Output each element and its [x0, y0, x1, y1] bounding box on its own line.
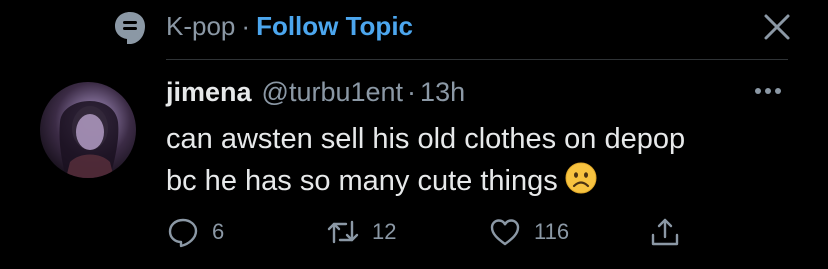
- tweet-actions: 6 12 116: [166, 212, 788, 252]
- topic-separator: ·: [241, 11, 251, 41]
- tweet-text: can awsten sell his old clothes on depop…: [166, 118, 776, 202]
- avatar[interactable]: [40, 82, 136, 178]
- reply-count: 6: [212, 219, 225, 244]
- reply-button[interactable]: 6: [166, 212, 224, 252]
- more-options-icon[interactable]: [748, 80, 788, 102]
- close-icon[interactable]: [758, 8, 796, 46]
- share-icon: [651, 218, 679, 246]
- reply-icon: [168, 218, 198, 248]
- tweet-text-line-1: can awsten sell his old clothes on depop: [166, 123, 686, 155]
- user-handle[interactable]: @turbu1ent: [252, 77, 404, 107]
- topic-name[interactable]: K-pop: [166, 11, 235, 41]
- tweet-text-line-2: bc he has so many cute things: [166, 160, 776, 202]
- retweet-count: 12: [372, 219, 397, 244]
- tweet-text-line-2-text: bc he has so many cute things: [166, 165, 558, 197]
- retweet-icon: [327, 220, 359, 244]
- like-count: 116: [534, 219, 570, 244]
- topic-icon: [115, 12, 145, 44]
- like-button[interactable]: 116: [488, 212, 569, 252]
- retweet-button[interactable]: 12: [326, 212, 396, 252]
- topic-header: K-pop · Follow Topic: [0, 0, 828, 56]
- follow-topic-button[interactable]: Follow Topic: [256, 11, 413, 41]
- heart-icon: [490, 219, 520, 246]
- tweet-time[interactable]: 13h: [420, 77, 465, 107]
- share-button[interactable]: [648, 212, 682, 252]
- header-separator: ·: [407, 77, 417, 107]
- tweet-header: jimena @turbu1ent · 13h: [166, 75, 465, 109]
- divider: [166, 59, 788, 60]
- topic-line: K-pop · Follow Topic: [166, 11, 413, 41]
- avatar-image: [59, 100, 119, 178]
- display-name[interactable]: jimena: [166, 77, 252, 107]
- frowning-face-icon: [565, 162, 597, 194]
